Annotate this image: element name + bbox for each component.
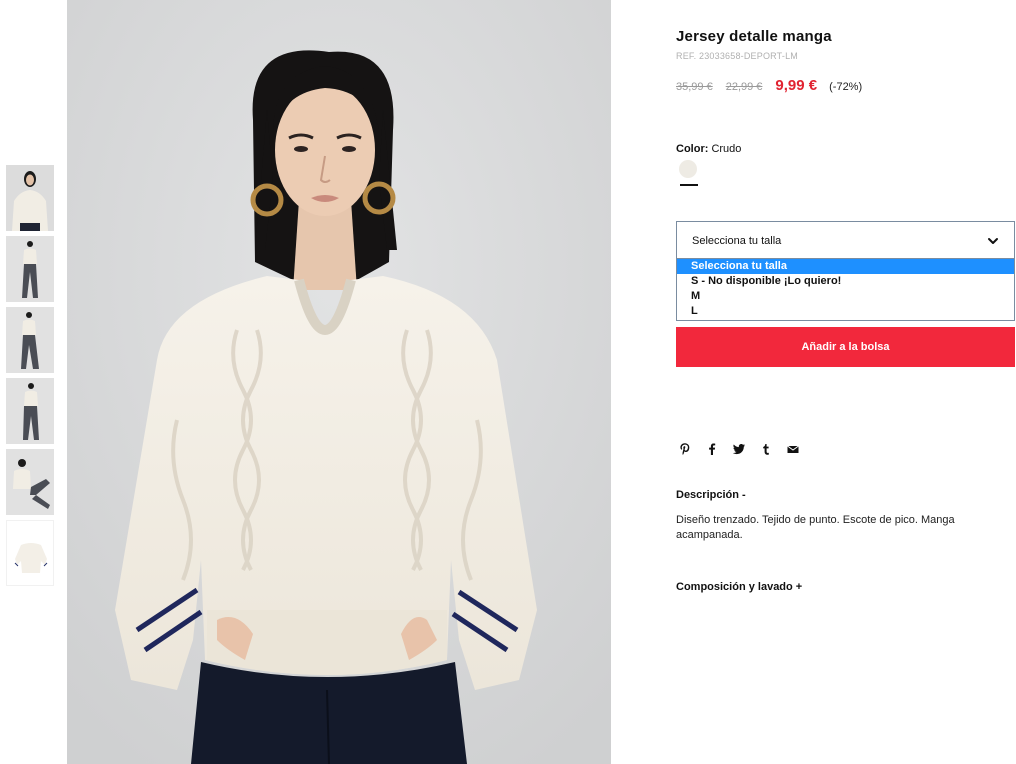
size-option-l[interactable]: L: [677, 304, 1014, 319]
size-option-placeholder[interactable]: Selecciona tu talla: [677, 259, 1014, 274]
tumblr-icon[interactable]: [759, 442, 773, 456]
thumbnail-3[interactable]: [6, 307, 54, 373]
product-reference: REF. 23033658-DEPORT-LM: [676, 51, 798, 61]
share-icons: [678, 442, 800, 456]
thumbnail-2[interactable]: [6, 236, 54, 302]
color-label-title: Color:: [676, 143, 709, 155]
thumbnail-6[interactable]: [6, 520, 54, 586]
price-current: 9,99 €: [775, 77, 818, 94]
color-swatch-crudo[interactable]: [679, 160, 697, 178]
thumbnail-5[interactable]: [6, 449, 54, 515]
chevron-down-icon: [988, 238, 998, 244]
pinterest-icon[interactable]: [678, 442, 692, 456]
size-option-s[interactable]: S - No disponible ¡Lo quiero!: [677, 274, 1014, 289]
size-option-m[interactable]: M: [677, 289, 1014, 304]
color-value: Crudo: [711, 143, 742, 155]
thumbnail-gallery: [6, 165, 54, 591]
add-to-bag-button[interactable]: Añadir a la bolsa: [676, 327, 1015, 367]
twitter-icon[interactable]: [732, 442, 746, 456]
color-label: Color: Crudo: [676, 143, 741, 155]
facebook-icon[interactable]: [705, 442, 719, 456]
product-main-image[interactable]: [67, 0, 611, 764]
price-block: 35,99 € 22,99 € 9,99 € (-72%): [676, 77, 862, 94]
discount-badge: (-72%): [829, 81, 863, 93]
swatch-selected-indicator: [680, 184, 698, 186]
thumbnail-4[interactable]: [6, 378, 54, 444]
email-icon[interactable]: [786, 442, 800, 456]
size-select-label: Selecciona tu talla: [692, 235, 782, 247]
thumbnail-1[interactable]: [6, 165, 54, 231]
composition-toggle[interactable]: Composición y lavado +: [676, 581, 802, 593]
product-title: Jersey detalle manga: [676, 28, 832, 45]
description-toggle[interactable]: Descripción -: [676, 489, 746, 501]
size-select[interactable]: Selecciona tu talla: [676, 221, 1015, 259]
size-options-list: Selecciona tu talla S - No disponible ¡L…: [676, 258, 1015, 321]
price-previous: 22,99 €: [725, 81, 763, 93]
description-text: Diseño trenzado. Tejido de punto. Escote…: [676, 514, 955, 541]
price-original: 35,99 €: [676, 81, 713, 93]
